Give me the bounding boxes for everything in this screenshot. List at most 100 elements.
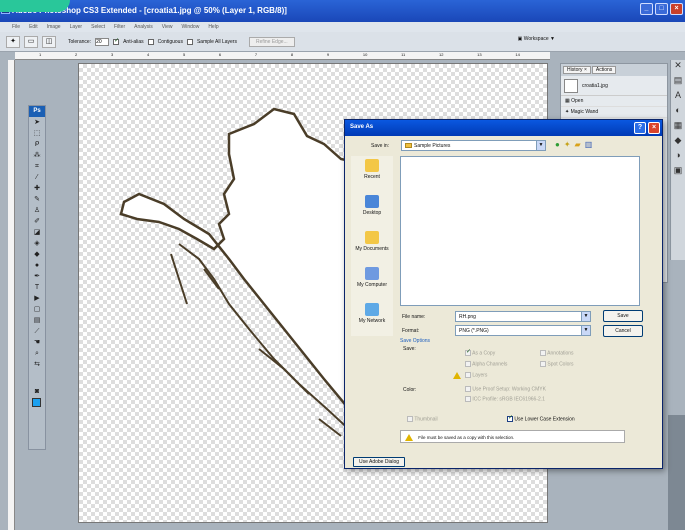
layers-icon[interactable]: ▣ <box>671 165 685 180</box>
menu-analysis[interactable]: Analysis <box>134 24 153 30</box>
paint-bucket-icon[interactable]: ◈ <box>29 238 45 249</box>
histogram-icon[interactable]: ▤ <box>671 75 685 90</box>
contiguous-checkbox[interactable] <box>147 38 154 45</box>
magic-wand-tool-icon[interactable]: ✦ <box>6 35 20 48</box>
lower-case-option[interactable]: Use Lower Case Extension <box>507 414 575 422</box>
close-window-button[interactable]: × <box>670 3 683 15</box>
alpha-channels-option[interactable]: Alpha Channels <box>465 361 507 367</box>
eyedropper-icon[interactable]: ⟋ <box>29 326 45 337</box>
annotations-option[interactable]: Annotations <box>540 350 574 356</box>
styles-icon[interactable]: ◆ <box>671 135 685 150</box>
back-icon[interactable]: ● <box>555 140 560 149</box>
crop-tool-icon[interactable]: ⌗ <box>29 161 45 172</box>
format-value: PNG (*.PNG) <box>459 328 489 334</box>
refine-edge-button[interactable]: Refine Edge... <box>248 36 295 47</box>
maximize-button[interactable]: □ <box>655 3 668 15</box>
help-button[interactable]: ? <box>634 122 646 134</box>
clone-stamp-icon[interactable]: ♙ <box>29 205 45 216</box>
spot-colors-option[interactable]: Spot Colors <box>540 361 574 367</box>
magic-wand-icon[interactable]: ⁂ <box>29 150 45 161</box>
menu-help[interactable]: Help <box>208 24 218 30</box>
dodge-tool-icon[interactable]: ● <box>29 260 45 271</box>
selection-mode-icon[interactable]: ▭ <box>24 35 38 48</box>
tolerance-label: Tolerance: <box>68 38 92 45</box>
use-adobe-dialog-button[interactable]: Use Adobe Dialog <box>353 457 405 467</box>
navigator-icon[interactable]: ✕ <box>671 60 685 75</box>
hand-tool-icon[interactable]: ☚ <box>29 337 45 348</box>
type-tool-icon[interactable]: T <box>29 282 45 293</box>
up-folder-icon[interactable]: ✦ <box>564 140 571 149</box>
lasso-tool-icon[interactable]: ᑭ <box>29 139 45 150</box>
shape-tool-icon[interactable]: ▢ <box>29 304 45 315</box>
lower-case-checkbox[interactable] <box>507 414 513 422</box>
alpha-channels-checkbox[interactable] <box>465 361 471 367</box>
sample-all-layers-checkbox[interactable] <box>186 38 193 45</box>
layers-option[interactable]: Layers <box>465 372 487 378</box>
move-tool-icon[interactable]: ➤ <box>29 117 45 128</box>
antialias-checkbox[interactable] <box>113 37 119 45</box>
history-step[interactable]: ✦ Magic Wand <box>561 107 667 118</box>
healing-brush-icon[interactable]: ✚ <box>29 183 45 194</box>
spot-colors-checkbox[interactable] <box>540 361 546 367</box>
info-icon[interactable]: A <box>671 90 685 105</box>
save-in-dropdown[interactable]: Sample Pictures ▼ <box>401 140 546 151</box>
place-my-computer[interactable]: My Computer <box>351 264 393 300</box>
slice-tool-icon[interactable]: ⁄ <box>29 172 45 183</box>
place-recent[interactable]: Recent <box>351 156 393 192</box>
foreground-color-swatch[interactable] <box>32 398 41 407</box>
quick-mask-icon[interactable]: ◙ <box>29 386 45 397</box>
brush-tool-icon[interactable]: ✎ <box>29 194 45 205</box>
blur-tool-icon[interactable]: ◆ <box>29 249 45 260</box>
notes-tool-icon[interactable]: ▤ <box>29 315 45 326</box>
format-dropdown[interactable]: PNG (*.PNG) ▼ <box>455 325 591 336</box>
add-selection-icon[interactable]: ◫ <box>42 35 56 48</box>
file-name-input[interactable]: RH.png ▼ <box>455 311 591 322</box>
icc-profile-option[interactable]: ICC Profile: sRGB IEC61966-2.1 <box>465 396 545 402</box>
dialog-close-button[interactable]: × <box>648 122 660 134</box>
menu-select[interactable]: Select <box>91 24 105 30</box>
layers-checkbox[interactable] <box>465 372 471 378</box>
icc-profile-checkbox[interactable] <box>465 396 471 402</box>
place-label: My Documents <box>355 246 389 252</box>
as-copy-checkbox[interactable] <box>465 348 471 356</box>
menu-filter[interactable]: Filter <box>114 24 125 30</box>
annotations-checkbox[interactable] <box>540 350 546 356</box>
color-icon[interactable]: ◐ <box>671 105 685 120</box>
tab-history[interactable]: History × <box>563 66 591 74</box>
place-desktop[interactable]: Desktop <box>351 192 393 228</box>
menu-edit[interactable]: Edit <box>29 24 38 30</box>
eraser-tool-icon[interactable]: ◪ <box>29 227 45 238</box>
as-copy-option[interactable]: As a Copy <box>465 348 495 356</box>
use-proof-checkbox[interactable] <box>465 386 471 392</box>
tab-actions[interactable]: Actions <box>591 66 617 74</box>
menu-file[interactable]: File <box>12 24 20 30</box>
thumbnail-checkbox[interactable] <box>407 416 413 422</box>
menu-view[interactable]: View <box>162 24 173 30</box>
pen-tool-icon[interactable]: ✒ <box>29 271 45 282</box>
menu-image[interactable]: Image <box>47 24 61 30</box>
marquee-tool-icon[interactable]: ⬚ <box>29 128 45 139</box>
menu-layer[interactable]: Layer <box>70 24 83 30</box>
place-my-network[interactable]: My Network <box>351 300 393 336</box>
path-selection-icon[interactable]: ▶ <box>29 293 45 304</box>
swap-colors-icon[interactable]: ⇆ <box>29 359 45 370</box>
new-folder-icon[interactable]: ▰ <box>575 140 581 149</box>
zoom-tool-icon[interactable]: ⌕ <box>29 348 45 359</box>
adjustments-icon[interactable]: ◑ <box>671 150 685 165</box>
use-proof-option[interactable]: Use Proof Setup: Working CMYK <box>465 386 546 392</box>
swatches-icon[interactable]: ▦ <box>671 120 685 135</box>
menu-window[interactable]: Window <box>182 24 200 30</box>
tolerance-input[interactable] <box>95 37 110 46</box>
workspace-menu[interactable]: ▣ Workspace ▼ <box>518 36 555 42</box>
save-button[interactable]: Save <box>603 310 643 322</box>
file-list[interactable] <box>400 156 640 306</box>
minimize-button[interactable]: _ <box>640 3 653 15</box>
history-brush-icon[interactable]: ✐ <box>29 216 45 227</box>
folder-icon <box>405 143 412 149</box>
history-step[interactable]: ▦ Open <box>561 96 667 107</box>
place-my-documents[interactable]: My Documents <box>351 228 393 264</box>
cancel-button[interactable]: Cancel <box>603 325 643 337</box>
history-snapshot[interactable]: croatia1.jpg <box>561 76 667 96</box>
view-menu-icon[interactable]: ▥ <box>585 140 593 149</box>
thumbnail-option[interactable]: Thumbnail <box>407 416 438 422</box>
